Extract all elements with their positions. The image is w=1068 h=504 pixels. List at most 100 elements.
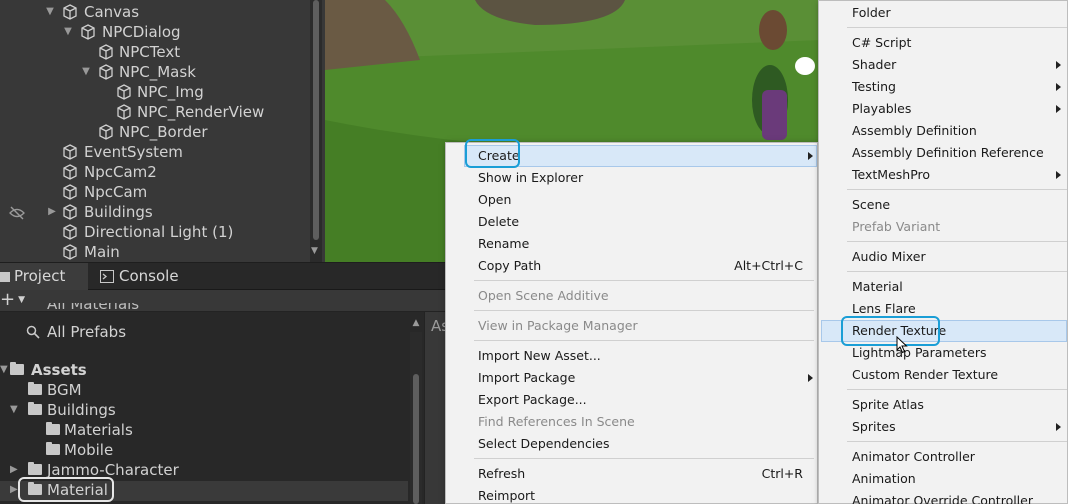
- gameobject-cube-icon: [63, 144, 77, 160]
- hierarchy-item-buildings[interactable]: ▶ Buildings: [44, 202, 304, 222]
- annotation-highlight-material: [18, 477, 114, 502]
- menu-item-select-dependencies[interactable]: Select Dependencies: [478, 433, 808, 455]
- context-menu: Create Show in Explorer Open Delete Rena…: [445, 142, 818, 504]
- menu-item-scene[interactable]: Scene: [852, 194, 1062, 216]
- expand-arrow-icon[interactable]: ▶: [10, 480, 18, 500]
- gameobject-cube-icon: [99, 44, 113, 60]
- menu-separator: [474, 310, 814, 311]
- menu-item-custom-render-texture[interactable]: Custom Render Texture: [852, 364, 1062, 386]
- scroll-up-arrow-icon[interactable]: ▲: [410, 318, 422, 332]
- menu-item-import-package[interactable]: Import Package: [478, 367, 813, 389]
- menu-item-reimport[interactable]: Reimport: [478, 485, 808, 504]
- menu-separator: [847, 441, 1067, 442]
- folder-icon: [28, 402, 42, 415]
- menu-item-prefab-variant: Prefab Variant: [852, 219, 941, 234]
- menu-item-show-in-explorer[interactable]: Show in Explorer: [478, 167, 808, 189]
- menu-item-shader[interactable]: Shader: [852, 54, 1062, 76]
- add-dropdown-button[interactable]: + ▼: [0, 290, 26, 312]
- menu-item-sprite-atlas[interactable]: Sprite Atlas: [852, 394, 1062, 416]
- hierarchy-item-eventsystem[interactable]: EventSystem: [60, 142, 300, 162]
- menu-separator: [474, 340, 814, 341]
- hierarchy-item-npc-border[interactable]: NPC_Border: [96, 122, 296, 142]
- submenu-arrow-icon: [1056, 61, 1061, 69]
- menu-item-animator-controller[interactable]: Animator Controller: [852, 446, 1062, 468]
- favorite-all-materials[interactable]: All Materials: [26, 303, 226, 317]
- expand-arrow-icon[interactable]: ▶: [10, 460, 18, 480]
- menu-item-folder[interactable]: Folder: [852, 2, 1062, 24]
- gameobject-cube-icon: [63, 244, 77, 260]
- menu-item-create[interactable]: Create: [478, 145, 813, 167]
- menu-item-textmeshpro[interactable]: TextMeshPro: [852, 164, 1062, 186]
- tab-project[interactable]: Project: [0, 263, 88, 290]
- hierarchy-item-npctext[interactable]: NPCText: [96, 42, 296, 62]
- menu-item-material[interactable]: Material: [852, 276, 1062, 298]
- search-icon: [26, 325, 40, 339]
- menu-item-csharp-script[interactable]: C# Script: [852, 32, 1062, 54]
- menu-item-assembly-definition[interactable]: Assembly Definition: [852, 120, 1062, 142]
- scrollbar-thumb[interactable]: [313, 0, 319, 240]
- menu-item-delete[interactable]: Delete: [478, 211, 808, 233]
- gameobject-cube-icon: [63, 184, 77, 200]
- menu-item-open-scene-additive: Open Scene Additive: [478, 288, 609, 303]
- menu-item-sprites[interactable]: Sprites: [852, 416, 1062, 438]
- folder-buildings[interactable]: ▼ Buildings: [10, 400, 230, 420]
- gameobject-cube-icon: [99, 64, 113, 80]
- menu-item-rename[interactable]: Rename: [478, 233, 808, 255]
- folder-materials[interactable]: Materials: [44, 420, 244, 440]
- hierarchy-item-npc-mask[interactable]: ▼ NPC_Mask: [80, 62, 300, 82]
- hierarchy-item-npccam2[interactable]: NpcCam2: [60, 162, 300, 182]
- tab-console[interactable]: Console: [100, 263, 190, 290]
- scene-visibility-off-icon[interactable]: [8, 204, 26, 222]
- gameobject-cube-icon: [117, 84, 131, 100]
- folder-mobile[interactable]: Mobile: [44, 440, 244, 460]
- folder-icon: [28, 382, 42, 395]
- hierarchy-item-main[interactable]: Main: [60, 242, 300, 262]
- menu-item-playables[interactable]: Playables: [852, 98, 1062, 120]
- menu-separator: [474, 280, 814, 281]
- expand-arrow-icon[interactable]: ▼: [10, 400, 18, 420]
- hierarchy-item-directional-light[interactable]: Directional Light (1): [60, 222, 300, 242]
- folder-icon: [10, 362, 24, 375]
- gameobject-cube-icon: [63, 204, 77, 220]
- menu-item-export-package[interactable]: Export Package...: [478, 389, 808, 411]
- menu-item-refresh[interactable]: Refresh Ctrl+R: [478, 463, 803, 485]
- submenu-arrow-icon: [1056, 83, 1061, 91]
- folder-bgm[interactable]: BGM: [26, 380, 226, 400]
- menu-separator: [847, 389, 1067, 390]
- gameobject-cube-icon: [63, 4, 77, 20]
- menu-item-open[interactable]: Open: [478, 189, 808, 211]
- hierarchy-item-npc-img[interactable]: NPC_Img: [114, 82, 304, 102]
- hierarchy-scrollbar[interactable]: [310, 0, 322, 262]
- menu-item-animator-override-controller[interactable]: Animator Override Controller: [852, 490, 1062, 504]
- menu-item-animation[interactable]: Animation: [852, 468, 1062, 490]
- create-submenu: Folder C# Script Shader Testing Playable…: [818, 0, 1068, 504]
- assets-root[interactable]: ▼ Assets: [0, 360, 300, 380]
- hierarchy-item-npc-renderview[interactable]: NPC_RenderView: [114, 102, 304, 122]
- project-scrollbar[interactable]: [410, 332, 422, 504]
- menu-item-testing[interactable]: Testing: [852, 76, 1062, 98]
- menu-item-assembly-definition-reference[interactable]: Assembly Definition Reference: [852, 142, 1062, 164]
- folder-icon: [46, 442, 60, 455]
- folder-icon: [0, 272, 10, 282]
- expand-arrow-icon[interactable]: ▼: [80, 62, 92, 82]
- submenu-arrow-icon: [1056, 423, 1061, 431]
- menu-item-import-new-asset[interactable]: Import New Asset...: [478, 345, 808, 367]
- dropdown-arrow-icon: ▼: [18, 295, 26, 305]
- expand-arrow-icon[interactable]: ▶: [46, 202, 58, 222]
- hierarchy-item-npcdialog[interactable]: ▼ NPCDialog: [62, 22, 302, 42]
- submenu-arrow-icon: [1056, 171, 1061, 179]
- hierarchy-item-canvas[interactable]: ▼ Canvas: [44, 2, 304, 22]
- favorite-all-prefabs[interactable]: All Prefabs: [26, 322, 226, 342]
- folder-icon: [28, 462, 42, 475]
- menu-item-copy-path[interactable]: Copy Path Alt+Ctrl+C: [478, 255, 803, 277]
- submenu-arrow-icon: [1056, 105, 1061, 113]
- menu-separator: [847, 27, 1067, 28]
- expand-arrow-icon[interactable]: ▼: [0, 360, 8, 380]
- menu-item-audio-mixer[interactable]: Audio Mixer: [852, 246, 1062, 268]
- expand-arrow-icon[interactable]: ▼: [44, 2, 56, 22]
- scroll-down-arrow-icon[interactable]: ▼: [311, 246, 318, 256]
- scrollbar-thumb[interactable]: [413, 374, 419, 504]
- hierarchy-item-npccam[interactable]: NpcCam: [60, 182, 300, 202]
- annotation-highlight-create: [465, 139, 520, 168]
- expand-arrow-icon[interactable]: ▼: [62, 22, 74, 42]
